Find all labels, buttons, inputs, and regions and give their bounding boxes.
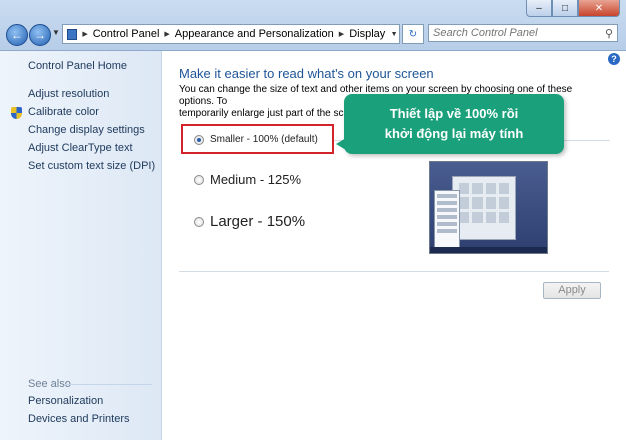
address-dropdown-icon[interactable]: ▼ <box>389 31 399 38</box>
minimize-button[interactable]: – <box>526 0 552 17</box>
sidebar-devices-printers[interactable]: Devices and Printers <box>28 413 130 425</box>
preview-taskbar <box>430 247 547 253</box>
shield-icon <box>11 107 22 119</box>
sidebar-adjust-resolution[interactable]: Adjust resolution <box>28 88 109 100</box>
control-panel-icon <box>67 28 78 40</box>
instruction-callout: Thiết lập về 100% rồi khởi động lại máy … <box>344 94 564 154</box>
window-controls: – □ ✕ <box>526 0 620 18</box>
option-larger[interactable]: Larger - 150% <box>194 213 305 230</box>
radio-icon[interactable] <box>194 216 204 227</box>
apply-button[interactable]: Apply <box>543 282 601 299</box>
preview-side-panel <box>434 190 460 248</box>
breadcrumb-display[interactable]: Display <box>345 28 389 40</box>
search-box[interactable]: ⚲ <box>428 24 618 42</box>
sidebar-personalization[interactable]: Personalization <box>28 395 103 407</box>
sidebar-adjust-cleartype[interactable]: Adjust ClearType text <box>28 142 133 154</box>
search-input[interactable] <box>429 25 605 41</box>
title-bar: – □ ✕ ← → ▼ ▶ Control Panel ▶ Appearance… <box>0 0 626 51</box>
sidebar-control-panel-home[interactable]: Control Panel Home <box>28 60 127 72</box>
breadcrumb-control-panel[interactable]: Control Panel <box>89 28 164 40</box>
option-smaller[interactable]: Smaller - 100% (default) <box>194 134 318 145</box>
forward-button[interactable]: → <box>29 24 51 46</box>
breadcrumb-separator[interactable]: ▶ <box>338 30 345 38</box>
breadcrumb-separator[interactable]: ▶ <box>163 30 170 38</box>
maximize-button[interactable]: □ <box>552 0 578 17</box>
sidebar-custom-text-size[interactable]: Set custom text size (DPI) <box>28 160 155 172</box>
option-medium[interactable]: Medium - 125% <box>194 172 301 187</box>
radio-icon[interactable] <box>194 174 204 185</box>
breadcrumb-appearance[interactable]: Appearance and Personalization <box>171 28 338 40</box>
see-also-divider <box>64 384 152 385</box>
breadcrumb-separator[interactable]: ▶ <box>81 30 88 38</box>
recent-pages-dropdown[interactable]: ▼ <box>52 28 60 37</box>
sidebar-calibrate-color[interactable]: Calibrate color <box>28 106 99 118</box>
close-button[interactable]: ✕ <box>578 0 620 17</box>
preview-window <box>452 176 516 240</box>
page-title: Make it easier to read what's on your sc… <box>179 66 434 81</box>
callout-line: Thiết lập về 100% rồi <box>389 106 519 121</box>
back-button[interactable]: ← <box>6 24 28 46</box>
sidebar: Control Panel Home Adjust resolution Cal… <box>0 51 162 440</box>
refresh-button[interactable]: ↻ <box>402 24 424 44</box>
option-label: Larger - 150% <box>210 213 306 230</box>
address-bar[interactable]: ▶ Control Panel ▶ Appearance and Persona… <box>62 24 400 44</box>
option-label: Smaller - 100% (default) <box>210 134 318 145</box>
radio-selected-icon[interactable] <box>194 134 204 145</box>
help-icon[interactable]: ? <box>608 53 620 65</box>
divider <box>179 271 609 272</box>
option-label: Medium - 125% <box>210 172 302 187</box>
preview-image <box>429 161 548 254</box>
sidebar-change-display-settings[interactable]: Change display settings <box>28 124 145 136</box>
search-icon[interactable]: ⚲ <box>605 27 613 40</box>
callout-line: khởi động lại máy tính <box>384 126 524 141</box>
preview-icons <box>459 183 509 223</box>
